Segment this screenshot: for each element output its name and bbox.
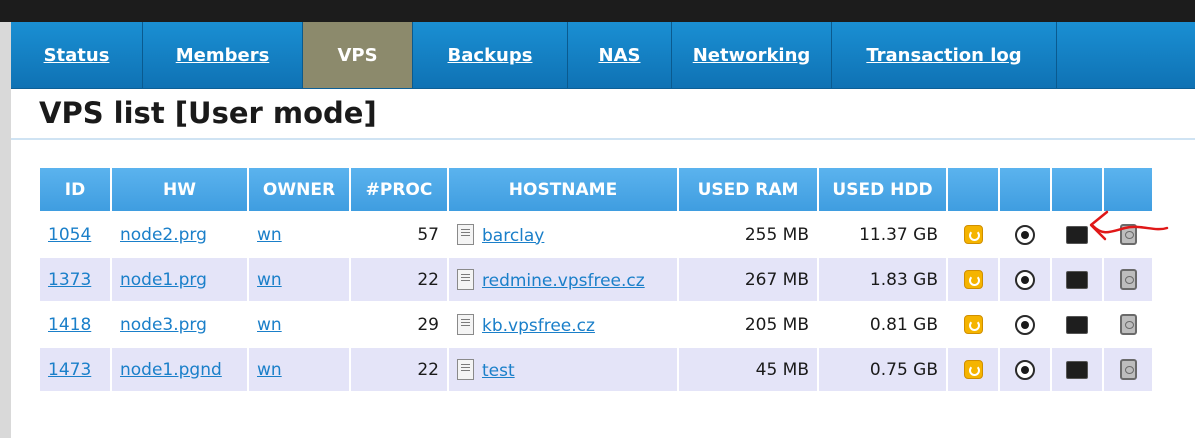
vps-id-link[interactable]: 1473 bbox=[48, 360, 91, 380]
stop-icon[interactable] bbox=[1015, 359, 1035, 380]
tab-backups[interactable]: Backups bbox=[413, 22, 568, 88]
owner-link[interactable]: wn bbox=[257, 270, 282, 290]
owner-link[interactable]: wn bbox=[257, 315, 282, 335]
document-icon bbox=[457, 313, 474, 335]
table-row: 1373 node1.prg wn 22 redmine.vpsfree.cz … bbox=[38, 256, 1154, 303]
hostname-link[interactable]: test bbox=[482, 361, 515, 381]
hw-node-link[interactable]: node3.prg bbox=[120, 315, 207, 335]
tab-transaction-log[interactable]: Transaction log bbox=[832, 22, 1057, 88]
table-row: 1473 node1.pgnd wn 22 test 45 MB 0.75 GB bbox=[38, 346, 1154, 393]
col-header-action-restart bbox=[946, 166, 1000, 213]
trash-icon[interactable] bbox=[1119, 269, 1137, 290]
vps-id-link[interactable]: 1373 bbox=[48, 270, 91, 290]
tab-members[interactable]: Members bbox=[143, 22, 303, 88]
col-header-proc: #PROC bbox=[349, 166, 449, 213]
document-icon bbox=[457, 223, 474, 245]
restart-icon[interactable] bbox=[963, 360, 983, 379]
restart-icon[interactable] bbox=[963, 315, 983, 334]
table-row: 1418 node3.prg wn 29 kb.vpsfree.cz 205 M… bbox=[38, 301, 1154, 348]
used-hdd: 0.75 GB bbox=[817, 346, 948, 393]
tab-status[interactable]: Status bbox=[11, 22, 143, 88]
col-header-hostname: HOSTNAME bbox=[447, 166, 679, 213]
stop-icon[interactable] bbox=[1015, 224, 1035, 245]
used-hdd: 0.81 GB bbox=[817, 301, 948, 348]
hw-node-link[interactable]: node2.prg bbox=[120, 225, 207, 245]
main-nav: Status Members VPS Backups NAS Networkin… bbox=[11, 22, 1195, 89]
trash-icon[interactable] bbox=[1119, 314, 1137, 335]
used-hdd: 1.83 GB bbox=[817, 256, 948, 303]
document-icon bbox=[457, 358, 474, 380]
proc-count: 22 bbox=[349, 346, 449, 393]
console-icon[interactable] bbox=[1066, 270, 1088, 289]
table-row: 1054 node2.prg wn 57 barclay 255 MB 11.3… bbox=[38, 211, 1154, 258]
restart-icon[interactable] bbox=[963, 225, 983, 244]
vps-id-link[interactable]: 1418 bbox=[48, 315, 91, 335]
restart-icon[interactable] bbox=[963, 270, 983, 289]
col-header-owner: OWNER bbox=[247, 166, 351, 213]
document-icon bbox=[457, 268, 474, 290]
red-arrow-annotation bbox=[1089, 210, 1169, 241]
page-title: VPS list [User mode] bbox=[39, 96, 377, 130]
vps-id-link[interactable]: 1054 bbox=[48, 225, 91, 245]
used-ram: 45 MB bbox=[677, 346, 819, 393]
proc-count: 57 bbox=[349, 211, 449, 258]
hw-node-link[interactable]: node1.prg bbox=[120, 270, 207, 290]
stop-icon[interactable] bbox=[1015, 269, 1035, 290]
title-divider bbox=[11, 138, 1195, 140]
console-icon[interactable] bbox=[1066, 360, 1088, 379]
tab-networking[interactable]: Networking bbox=[672, 22, 832, 88]
console-icon[interactable] bbox=[1066, 315, 1088, 334]
proc-count: 29 bbox=[349, 301, 449, 348]
hostname-link[interactable]: redmine.vpsfree.cz bbox=[482, 271, 645, 291]
table-header-row: ID HW OWNER #PROC HOSTNAME USED RAM USED… bbox=[38, 166, 1154, 213]
stop-icon[interactable] bbox=[1015, 314, 1035, 335]
used-ram: 267 MB bbox=[677, 256, 819, 303]
nav-filler bbox=[1057, 22, 1195, 88]
used-hdd: 11.37 GB bbox=[817, 211, 948, 258]
tab-nas[interactable]: NAS bbox=[568, 22, 672, 88]
vps-table: ID HW OWNER #PROC HOSTNAME USED RAM USED… bbox=[38, 166, 1154, 393]
trash-icon[interactable] bbox=[1119, 359, 1137, 380]
top-bar bbox=[0, 0, 1195, 22]
owner-link[interactable]: wn bbox=[257, 225, 282, 245]
owner-link[interactable]: wn bbox=[257, 360, 282, 380]
tab-vps[interactable]: VPS bbox=[303, 22, 413, 88]
col-header-hw: HW bbox=[110, 166, 249, 213]
hostname-link[interactable]: barclay bbox=[482, 226, 544, 246]
hw-node-link[interactable]: node1.pgnd bbox=[120, 360, 222, 380]
hostname-link[interactable]: kb.vpsfree.cz bbox=[482, 316, 595, 336]
used-ram: 255 MB bbox=[677, 211, 819, 258]
col-header-id: ID bbox=[38, 166, 112, 213]
col-header-used-ram: USED RAM bbox=[677, 166, 819, 213]
left-strip bbox=[0, 22, 11, 438]
used-ram: 205 MB bbox=[677, 301, 819, 348]
col-header-action-stop bbox=[998, 166, 1052, 213]
proc-count: 22 bbox=[349, 256, 449, 303]
col-header-used-hdd: USED HDD bbox=[817, 166, 948, 213]
